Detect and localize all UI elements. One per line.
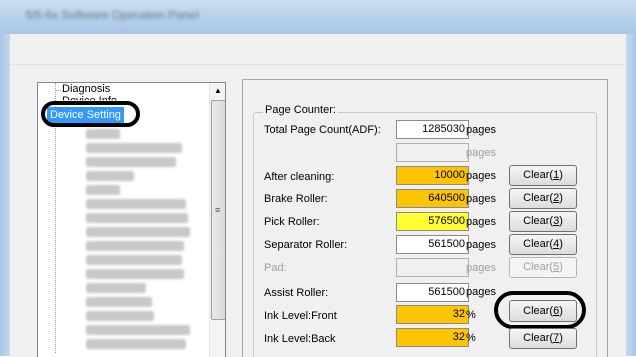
brake-roller-field: 640500 [396, 189, 469, 208]
tree-child-item[interactable] [86, 227, 190, 237]
tree-child-item[interactable] [86, 171, 134, 181]
unit-label: pages [466, 193, 496, 205]
clear-3-button[interactable]: Clear(3) [509, 211, 577, 232]
tree-child-item[interactable] [86, 339, 186, 349]
pad-label: Pad: [264, 262, 287, 274]
ink-level-front-label: Ink Level:Front [264, 310, 337, 322]
pad-field [396, 258, 469, 277]
assist-roller-label: Assist Roller: [264, 287, 329, 299]
scroll-up-arrow-icon[interactable]: ▲ [210, 83, 225, 99]
tree-child-item[interactable] [86, 185, 120, 195]
after-cleaning-label: After cleaning: [264, 171, 335, 183]
unit-label: pages [466, 147, 496, 159]
ink-level-back-label: Ink Level:Back [264, 333, 336, 345]
clear-2-button[interactable]: Clear(2) [509, 188, 577, 209]
tree-item-diagnosis[interactable]: Diagnosis [55, 83, 111, 95]
ink-level-front-field: 32 [396, 305, 469, 324]
tree-item-label: Diagnosis [62, 83, 111, 95]
window-frame-right [626, 34, 636, 356]
unit-label: pages [466, 124, 496, 136]
tree-child-item[interactable] [86, 213, 188, 223]
pick-roller-label: Pick Roller: [264, 216, 320, 228]
total-page-count-field: 1285030 [396, 120, 469, 139]
assist-roller-field: 561500 [396, 283, 469, 302]
unit-label: pages [466, 170, 496, 182]
ink-level-back-field: 32 [396, 328, 469, 347]
settings-tree[interactable]: Diagnosis Device Info Device Setting ▲ ≡ [37, 82, 226, 357]
clear-1-button[interactable]: Clear(1) [509, 165, 577, 186]
total-page-count-label: Total Page Count(ADF): [264, 124, 381, 136]
tree-child-item[interactable] [86, 311, 154, 321]
blank-field [396, 143, 469, 162]
highlight-oval [494, 291, 586, 329]
tree-child-item[interactable] [86, 269, 184, 279]
tree-child-item[interactable] [86, 325, 190, 335]
window-frame-left [0, 34, 10, 356]
unit-label: pages [466, 239, 496, 251]
tree-child-item[interactable] [86, 283, 146, 293]
top-panel [10, 34, 626, 65]
tree-child-item[interactable] [86, 297, 152, 307]
scroll-thumb[interactable]: ≡ [211, 100, 225, 320]
clear-4-button[interactable]: Clear(4) [509, 234, 577, 255]
tree-child-item[interactable] [86, 157, 176, 167]
tree-scrollbar[interactable]: ▲ ≡ [209, 83, 225, 357]
group-label: Page Counter: [263, 104, 338, 116]
unit-label: % [466, 332, 476, 344]
window-title: fi/fi-6x Software Operation Panel [26, 8, 199, 22]
pick-roller-field: 576500 [396, 212, 469, 231]
unit-label: pages [466, 216, 496, 228]
brake-roller-label: Brake Roller: [264, 193, 328, 205]
tree-child-item[interactable] [86, 143, 182, 153]
after-cleaning-field: 10000 [396, 166, 469, 185]
tree-child-item[interactable] [86, 241, 184, 251]
unit-label: pages [466, 286, 496, 298]
grip-icon: ≡ [215, 205, 221, 215]
title-bar[interactable]: fi/fi-6x Software Operation Panel [0, 0, 636, 35]
separator-roller-field: 561500 [396, 235, 469, 254]
separator-roller-label: Separator Roller: [264, 239, 348, 251]
highlight-oval [41, 101, 140, 127]
clear-7-button[interactable]: Clear(7) [509, 328, 577, 349]
clear-5-button[interactable]: Clear(5) [509, 257, 577, 278]
tree-child-item[interactable] [86, 199, 186, 209]
unit-label: pages [466, 262, 496, 274]
tree-child-item[interactable] [86, 129, 120, 139]
tree-child-item[interactable] [86, 255, 182, 265]
unit-label: % [466, 309, 476, 321]
